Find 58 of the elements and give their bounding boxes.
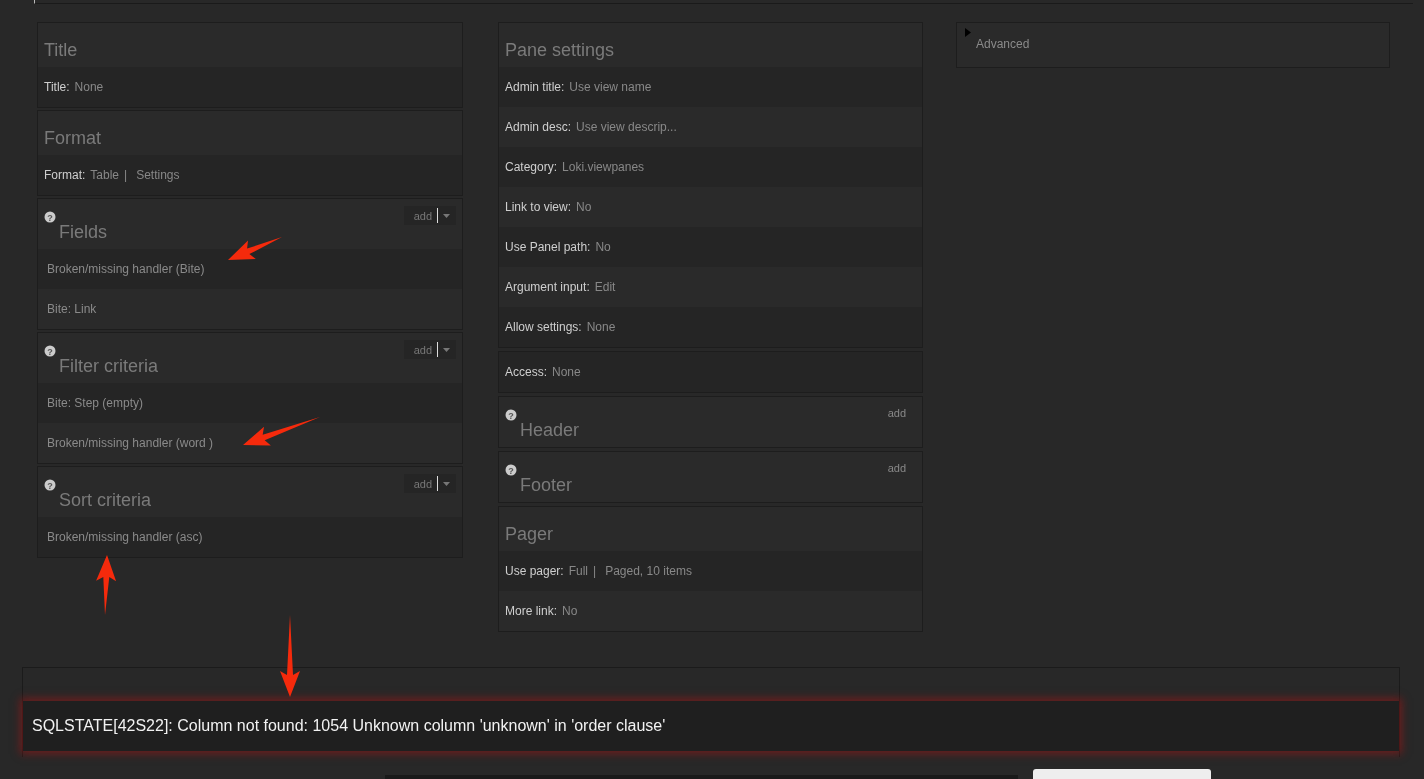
- setting-label: Admin desc:: [505, 120, 572, 134]
- setting-label: Use Panel path:: [505, 240, 591, 254]
- setting-link[interactable]: None: [586, 320, 616, 334]
- setting-link[interactable]: None: [74, 80, 104, 94]
- setting-label: Allow settings:: [505, 320, 582, 334]
- setting-link[interactable]: Full: [568, 564, 589, 578]
- setting-label: More link:: [505, 604, 557, 618]
- setting-link[interactable]: No: [595, 240, 611, 254]
- setting-label: Use pager:: [505, 564, 564, 578]
- setting-link[interactable]: Settings: [136, 168, 180, 182]
- section-title: Format: [44, 128, 101, 149]
- handler-link[interactable]: Bite: Step (empty): [44, 396, 144, 410]
- setting-link[interactable]: Edit: [594, 280, 616, 294]
- setting-link[interactable]: None: [552, 365, 581, 379]
- caret-icon[interactable]: [443, 347, 450, 352]
- section-title: Fields: [59, 222, 107, 243]
- section-title: Sort criteria: [59, 490, 152, 511]
- section-title: Footer: [520, 475, 573, 496]
- setting-label: Format:: [44, 168, 86, 182]
- setting-link[interactable]: No: [576, 200, 592, 214]
- setting-link[interactable]: Use view descrip...: [576, 120, 677, 134]
- arrow-annotation: [228, 237, 282, 260]
- setting-label: Access:: [505, 365, 547, 379]
- pipe-separator: |: [593, 564, 597, 578]
- help-icon[interactable]: ?: [505, 409, 517, 421]
- caret-icon[interactable]: [443, 481, 450, 486]
- add-link[interactable]: add: [887, 462, 906, 474]
- caret-icon[interactable]: [443, 213, 450, 218]
- setting-label: Argument input:: [505, 280, 590, 294]
- error-message: SQLSTATE[42S22]: Column not found: 1054 Unknown column 'unknown' in 'order clause': [23, 701, 1399, 751]
- handler-link[interactable]: Broken/missing handler (word ): [44, 436, 214, 450]
- add-dropdown[interactable]: add: [403, 206, 456, 225]
- setting-label: Category:: [505, 160, 558, 174]
- section-title: Title: [44, 40, 78, 61]
- setting-link[interactable]: No: [562, 604, 578, 618]
- setting-link[interactable]: Paged, 10 items: [605, 564, 692, 578]
- setting-label: Link to view:: [505, 200, 572, 214]
- section-title: Header: [520, 420, 580, 441]
- handler-link[interactable]: Bite: Link: [44, 302, 97, 316]
- add-dropdown[interactable]: add: [403, 474, 456, 493]
- handler-link[interactable]: Broken/missing handler (Bite): [44, 262, 205, 276]
- handler-link[interactable]: Broken/missing handler (asc): [44, 530, 203, 544]
- section-title: Pane settings: [505, 40, 615, 61]
- advanced-link[interactable]: Advanced: [976, 37, 1030, 51]
- help-icon[interactable]: ?: [505, 464, 517, 476]
- help-icon[interactable]: ?: [44, 211, 56, 223]
- section-title: Pager: [505, 524, 554, 545]
- help-icon[interactable]: ?: [44, 345, 56, 357]
- section-title: Filter criteria: [59, 356, 158, 377]
- setting-link[interactable]: Loki.viewpanes: [562, 160, 645, 174]
- setting-label: Title:: [44, 80, 70, 94]
- add-dropdown[interactable]: add: [403, 340, 456, 359]
- help-icon[interactable]: ?: [44, 479, 56, 491]
- add-link[interactable]: add: [887, 407, 906, 419]
- setting-label: Admin title:: [505, 80, 565, 94]
- setting-link[interactable]: Table: [90, 168, 120, 182]
- setting-link[interactable]: Use view name: [569, 80, 652, 94]
- pipe-separator: |: [124, 168, 128, 182]
